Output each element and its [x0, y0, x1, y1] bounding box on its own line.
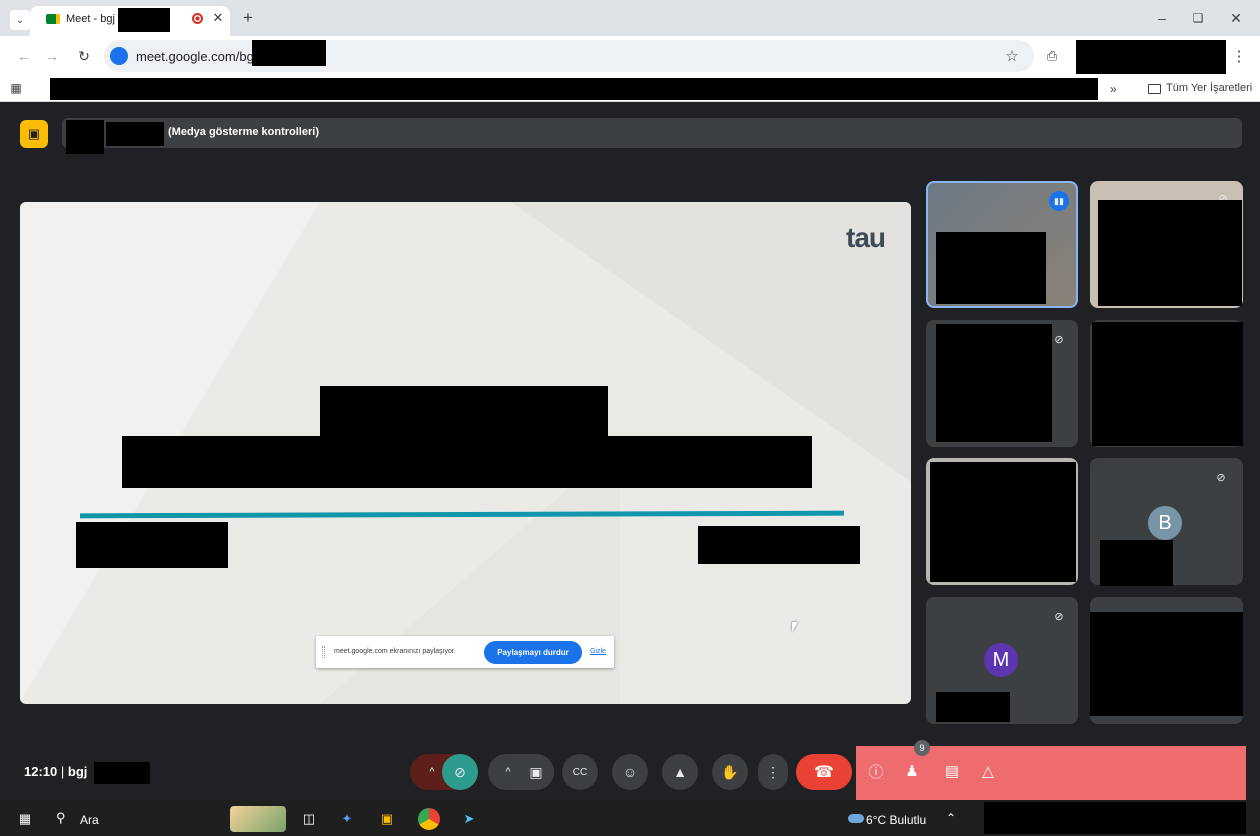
redacted-tab-title: [118, 8, 170, 32]
meeting-clock: 12:10 | bgj: [24, 764, 87, 779]
tab-title: Meet - bgj: [66, 13, 115, 25]
extensions-icon[interactable]: ⎙: [1042, 46, 1062, 66]
tab-search-icon[interactable]: ⌄: [10, 10, 30, 30]
bookmark-star-icon[interactable]: ☆: [1002, 46, 1022, 66]
present-screen-icon[interactable]: ▲: [662, 754, 698, 790]
chat-icon[interactable]: ▤: [940, 759, 964, 783]
search-icon: ⚲: [56, 810, 66, 825]
meeting-code: bgj: [67, 764, 88, 779]
people-icon[interactable]: ♟: [900, 759, 924, 783]
tray-chevron-icon[interactable]: ⌃: [946, 811, 956, 825]
redacted-presenter-name: [106, 122, 164, 146]
hide-link[interactable]: Gizle: [590, 648, 606, 655]
activities-icon[interactable]: △: [976, 759, 1000, 783]
redacted-meeting-code: [94, 762, 150, 784]
redacted-participant-video: [936, 324, 1052, 442]
copilot-icon[interactable]: ✦: [336, 808, 358, 830]
redacted-participant-name: [1100, 540, 1173, 586]
muted-mic-icon: ⊘: [1054, 333, 1064, 346]
emoji-icon[interactable]: ☺: [612, 754, 648, 790]
separator: |: [60, 764, 68, 779]
url-text: meet.google.com/bgj: [136, 49, 257, 64]
redacted-url: [252, 40, 326, 66]
file-explorer-icon[interactable]: ▣: [376, 808, 398, 830]
participants-count-badge: 9: [914, 740, 930, 756]
share-notice-text: meet.google.com ekranınızı paylaşıyor.: [334, 648, 456, 655]
drag-handle-icon[interactable]: [322, 646, 325, 658]
weather-label[interactable]: 6°C Bulutlu: [866, 813, 926, 827]
taskbar-search[interactable]: [44, 806, 224, 832]
meet-favicon-icon: [46, 14, 60, 24]
tab-close-icon[interactable]: ✕: [210, 10, 226, 26]
chrome-icon[interactable]: [418, 808, 440, 830]
participant-avatar: B: [1148, 506, 1182, 540]
reload-icon[interactable]: ↻: [74, 46, 94, 66]
mic-off-icon[interactable]: ⊘: [442, 754, 478, 790]
slide-logo: tau: [846, 222, 886, 253]
minimize-icon[interactable]: –: [1150, 8, 1174, 28]
search-highlight-image: [230, 806, 286, 832]
redacted-participant-video: [1098, 200, 1242, 306]
muted-mic-icon: ⊘: [1216, 471, 1226, 484]
redacted-slide-title: [320, 386, 608, 436]
back-icon[interactable]: ←: [14, 46, 34, 66]
captions-icon[interactable]: CC: [562, 754, 598, 790]
site-info-icon[interactable]: [110, 47, 128, 65]
cloud-icon: [848, 814, 864, 823]
stop-sharing-button[interactable]: Paylaşmayı durdur: [484, 641, 582, 664]
clock-time: 12:10: [24, 764, 58, 779]
bookmarks-overflow-icon[interactable]: »: [1110, 82, 1117, 96]
redacted-participant-video: [1090, 612, 1243, 716]
redacted-participant-video: [936, 232, 1046, 304]
restore-icon[interactable]: ❏: [1186, 8, 1210, 28]
window-close-icon[interactable]: ✕: [1224, 8, 1248, 28]
redacted-slide-left: [76, 522, 228, 568]
redacted-participant-video: [1092, 322, 1243, 446]
apps-grid-icon[interactable]: ▦: [8, 80, 24, 96]
windows-start-icon[interactable]: ▦: [14, 808, 36, 830]
presentation-label: (Medya gösterme kontrolleri): [168, 126, 319, 138]
task-view-icon[interactable]: ◫: [298, 808, 320, 830]
end-call-button[interactable]: ☎: [796, 754, 852, 790]
redacted-bookmarks: [50, 78, 1098, 100]
muted-mic-icon: ⊘: [1054, 610, 1064, 623]
meeting-info-icon[interactable]: ⓘ: [864, 759, 888, 783]
all-bookmarks-label[interactable]: Tüm Yer İşaretleri: [1166, 82, 1252, 94]
browser-menu-icon[interactable]: ⋮: [1232, 46, 1247, 66]
search-label: Ara: [80, 813, 99, 827]
redacted-participant-video: [930, 462, 1076, 582]
app-icon[interactable]: ➤: [458, 808, 480, 830]
camera-icon[interactable]: ▣: [518, 754, 554, 790]
redacted-profile: [1076, 40, 1226, 74]
mouse-cursor-icon: [792, 622, 798, 632]
redacted-presenter-avatar: [66, 120, 104, 154]
raise-hand-icon[interactable]: ✋: [712, 754, 748, 790]
new-tab-icon[interactable]: +: [238, 8, 258, 28]
recording-icon: [192, 13, 203, 24]
redacted-tray: [984, 802, 1246, 834]
presentation-icon[interactable]: ▣: [20, 120, 48, 148]
redacted-slide-subtitle: [122, 436, 812, 488]
folder-icon: [1148, 84, 1161, 94]
participant-avatar: M: [984, 643, 1018, 677]
forward-icon[interactable]: →: [42, 46, 62, 66]
speaking-indicator-icon: ▮▮: [1049, 191, 1069, 211]
redacted-slide-right: [698, 526, 860, 564]
more-options-icon[interactable]: ⋮: [758, 754, 788, 790]
redacted-participant-name: [936, 692, 1010, 722]
